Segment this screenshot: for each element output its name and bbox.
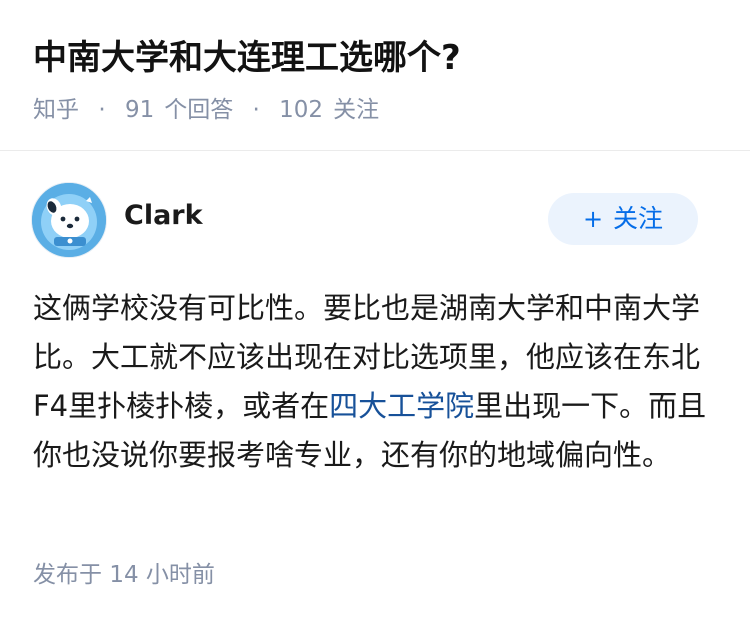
question-header: 中南大学和大连理工选哪个? 知乎 · 91 个回答 · 102 关注 [0, 0, 750, 151]
answer-count: 91 [124, 97, 155, 123]
question-title[interactable]: 中南大学和大连理工选哪个? [33, 35, 461, 81]
meta-separator: · [98, 97, 106, 123]
author-name[interactable]: Clark [124, 198, 203, 234]
plus-icon: + [582, 205, 604, 233]
follow-button-label: 关注 [613, 204, 664, 233]
answer-content: 这俩学校没有可比性。要比也是湖南大学和中南大学比。大工就不应该出现在对比选项里，… [33, 284, 713, 480]
follower-count-label[interactable]: 关注 [333, 97, 379, 123]
author-row: Clark + 关注 [0, 182, 750, 258]
meta-separator: · [252, 97, 260, 123]
question-meta: 知乎 · 91 个回答 · 102 关注 [33, 93, 379, 127]
answer-link[interactable]: 四大工学院 [329, 389, 474, 423]
follow-button[interactable]: + 关注 [548, 193, 698, 245]
cartoon-dog-avatar-icon [32, 183, 106, 257]
publish-time: 发布于 14 小时前 [33, 558, 215, 592]
published-time: 14 小时前 [109, 562, 215, 588]
published-label: 发布于 [33, 562, 102, 588]
author-avatar[interactable] [31, 182, 107, 258]
follower-count: 102 [279, 97, 324, 123]
source-label[interactable]: 知乎 [33, 97, 79, 123]
answer-count-label[interactable]: 个回答 [164, 97, 233, 123]
